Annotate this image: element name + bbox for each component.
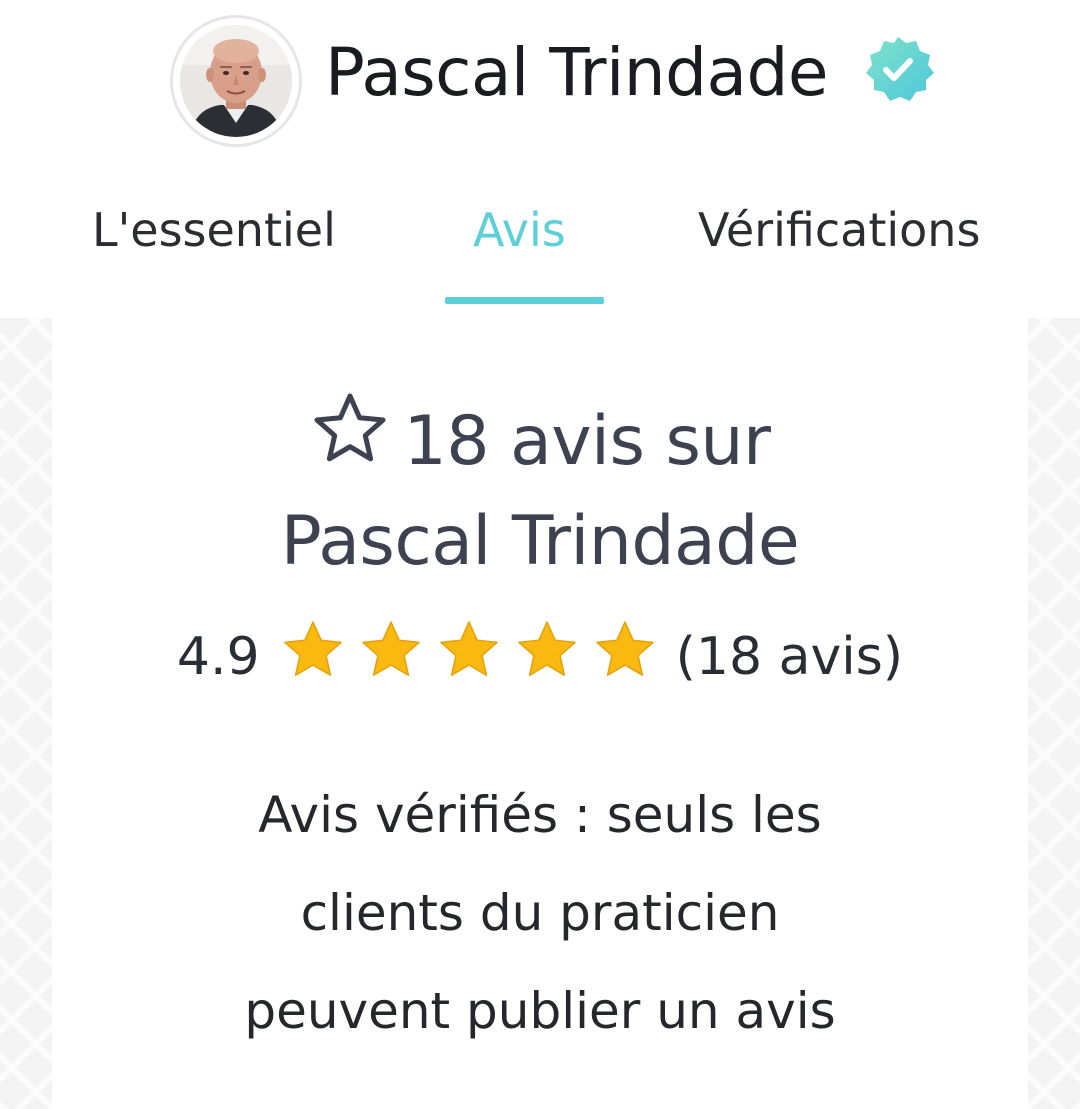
star-filled-icon — [593, 618, 657, 682]
star-filled-icon — [437, 618, 501, 682]
star-filled-icon — [515, 618, 579, 682]
tab-verifications[interactable]: Vérifications — [698, 202, 980, 258]
avatar-photo — [180, 25, 292, 137]
reviews-card: 18 avis sur Pascal Trindade 4.9 (18 avis)… — [52, 318, 1028, 1109]
profile-tabs: L'essentiel Avis Vérifications — [0, 182, 1080, 318]
verified-reviews-notice: Avis vérifiés : seuls les clients du pra… — [52, 766, 1028, 1060]
verified-badge-icon — [862, 33, 934, 105]
reviews-title-line-2: Pascal Trindade — [280, 502, 800, 581]
notice-line: Avis vérifiés : seuls les — [258, 786, 822, 844]
reviews-title-text: 18 avis sur — [403, 402, 771, 481]
star-filled-icon — [359, 618, 423, 682]
profile-page: Pascal Trindade L'essentiel Avis Vérific… — [0, 0, 1080, 1109]
review-count[interactable]: (18 avis) — [676, 627, 903, 687]
rating-stars — [274, 621, 664, 687]
tab-avis[interactable]: Avis — [473, 202, 566, 258]
notice-line: peuvent publier un avis — [244, 982, 836, 1040]
active-tab-indicator — [445, 297, 604, 304]
avatar[interactable] — [170, 15, 302, 147]
notice-line: clients du praticien — [300, 884, 780, 942]
star-outline-icon — [310, 390, 390, 470]
profile-header: Pascal Trindade — [0, 0, 1080, 160]
practitioner-name: Pascal Trindade — [325, 34, 828, 111]
rating-value: 4.9 — [176, 627, 260, 687]
star-filled-icon — [281, 618, 345, 682]
rating-summary: 4.9 (18 avis) — [52, 618, 1028, 694]
tab-essentiel[interactable]: L'essentiel — [92, 202, 336, 258]
reviews-title-line-1: 18 avis sur — [52, 390, 1028, 492]
reviews-title: 18 avis sur Pascal Trindade — [52, 390, 1028, 592]
